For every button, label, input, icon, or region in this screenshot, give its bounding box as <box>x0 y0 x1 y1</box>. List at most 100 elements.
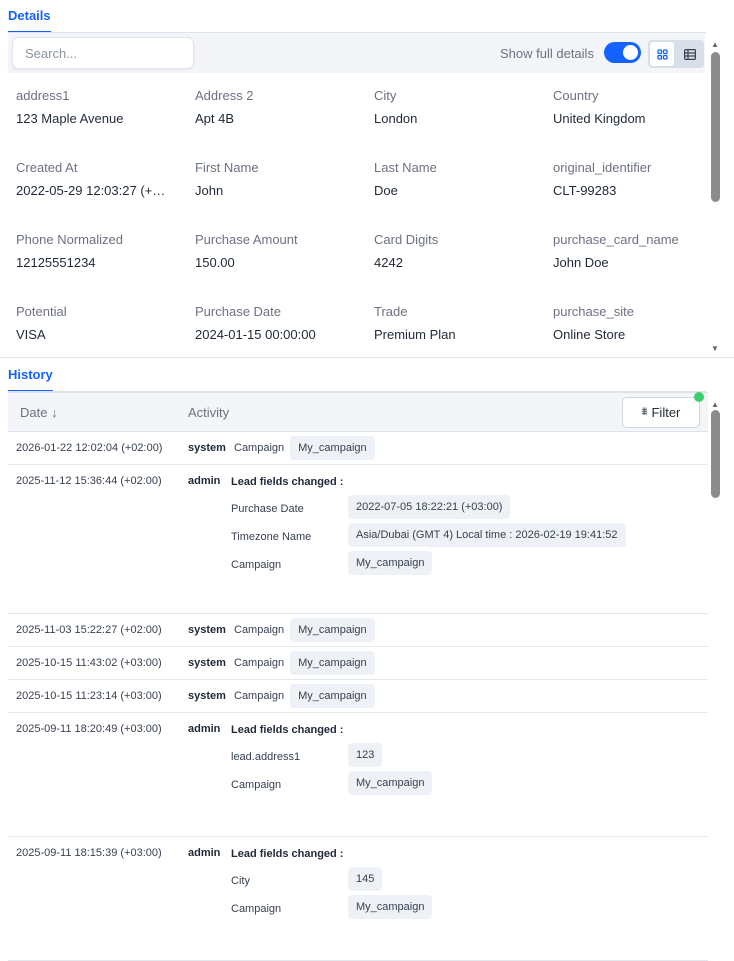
history-row: 2025-10-15 11:23:14 (+03:00) system Campai… <box>8 680 708 713</box>
row-date: 2025-11-03 15:22:27 (+02:00) <box>16 624 162 636</box>
field-label: Last Name <box>374 160 437 175</box>
detail-field: Address 2 Apt 4B <box>195 88 365 126</box>
divider <box>0 357 734 358</box>
tab-history[interactable]: History <box>8 367 53 392</box>
show-full-details-toggle[interactable] <box>604 42 641 63</box>
detail-field: address1 123 Maple Avenue <box>16 88 186 126</box>
field-label: City <box>374 88 397 103</box>
row-date: 2025-10-15 11:23:14 (+03:00) <box>16 690 162 702</box>
field-value: CLT-99283 <box>553 183 617 198</box>
detail-field: Created At 2022-05-29 12:03:27 (+… <box>16 160 186 198</box>
scroll-down-arrow[interactable]: ▼ <box>711 344 719 353</box>
row-date: 2025-09-11 18:15:39 (+03:00) <box>16 847 162 859</box>
activity-label: Campaign <box>234 442 285 454</box>
filter-icon: ⩩ <box>641 406 648 418</box>
date-column-header[interactable]: Date ↓ <box>20 405 58 420</box>
field-label: Potential <box>16 304 67 319</box>
history-header: Date ↓ Activity ⩩ Filter <box>8 392 708 432</box>
field-label: original_identifier <box>553 160 652 175</box>
row-user: admin <box>188 475 221 487</box>
activity-value: My_campaign <box>290 684 375 708</box>
row-user: system <box>188 657 226 669</box>
change-title: Lead fields changed : <box>231 724 344 736</box>
history-row: 2025-11-12 15:36:44 (+02:00) admin Lead fi… <box>8 465 708 614</box>
row-date: 2025-09-11 18:20:49 (+03:00) <box>16 723 162 735</box>
row-user: system <box>188 624 226 636</box>
show-full-details-label: Show full details <box>500 46 594 61</box>
detail-field: Potential VISA <box>16 304 186 342</box>
tab-details[interactable]: Details <box>8 8 51 33</box>
filter-active-indicator <box>694 392 704 402</box>
field-label: Trade <box>374 304 408 319</box>
detail-field: Last Name Doe <box>374 160 544 198</box>
detail-field: original_identifier CLT-99283 <box>553 160 723 198</box>
row-date: 2025-11-12 15:36:44 (+02:00) <box>16 475 162 487</box>
detail-field: First Name John <box>195 160 365 198</box>
field-value: 4242 <box>374 255 403 270</box>
row-user: system <box>188 690 226 702</box>
search-input[interactable]: Search... <box>12 37 194 69</box>
field-label: First Name <box>195 160 259 175</box>
changed-field-label: Campaign <box>231 559 282 571</box>
changed-field-value: 2022-07-05 18:22:21 (+03:00) <box>348 495 511 519</box>
table-view-icon[interactable] <box>678 42 702 66</box>
detail-field: Phone Normalized 12125551234 <box>16 232 186 270</box>
activity-value: My_campaign <box>290 618 375 642</box>
changed-field-value: My_campaign <box>348 551 433 575</box>
field-label: purchase_card_name <box>553 232 679 247</box>
field-value: 2024-01-15 00:00:00 <box>195 327 316 342</box>
detail-field: Trade Premium Plan <box>374 304 544 342</box>
row-user: admin <box>188 847 221 859</box>
change-title: Lead fields changed : <box>231 476 344 488</box>
detail-field: Purchase Amount 150.00 <box>195 232 365 270</box>
field-label: Card Digits <box>374 232 439 247</box>
detail-field: Card Digits 4242 <box>374 232 544 270</box>
history-row: 2026-01-22 12:02:04 (+02:00) system Campai… <box>8 432 708 465</box>
row-user: admin <box>188 723 221 735</box>
field-label: Country <box>553 88 599 103</box>
activity-label: Campaign <box>234 690 285 702</box>
scroll-up-arrow[interactable]: ▲ <box>711 40 719 49</box>
detail-field: purchase_card_name John Doe <box>553 232 723 270</box>
row-date: 2025-10-15 11:43:02 (+03:00) <box>16 657 162 669</box>
detail-field: City London <box>374 88 544 126</box>
details-toolbar: Search... Show full details <box>8 33 705 73</box>
field-label: Purchase Date <box>195 304 281 319</box>
field-value: 2022-05-29 12:03:27 (+… <box>16 183 166 198</box>
field-value: John Doe <box>553 255 609 270</box>
change-title: Lead fields changed : <box>231 848 344 860</box>
changed-field-value: Asia/Dubai (GMT 4) Local time : 2026-02-… <box>348 523 626 547</box>
scroll-up-arrow[interactable]: ▲ <box>711 400 719 409</box>
grid-view-icon[interactable] <box>650 42 674 66</box>
view-switcher <box>648 40 704 68</box>
history-scrollbar[interactable] <box>711 410 720 498</box>
activity-column-header: Activity <box>188 405 230 420</box>
changed-field-value: 123 <box>348 743 383 767</box>
field-value: 150.00 <box>195 255 235 270</box>
field-value: 123 Maple Avenue <box>16 111 124 126</box>
filter-button[interactable]: ⩩ Filter <box>622 397 700 428</box>
field-label: purchase_site <box>553 304 634 319</box>
detail-field: Purchase Date 2024-01-15 00:00:00 <box>195 304 365 342</box>
row-date: 2026-01-22 12:02:04 (+02:00) <box>16 442 163 454</box>
activity-value: My_campaign <box>290 436 375 460</box>
field-value: 12125551234 <box>16 255 96 270</box>
changed-field-value: My_campaign <box>348 771 433 795</box>
history-row: 2025-10-15 11:43:02 (+03:00) system Campai… <box>8 647 708 680</box>
field-label: Purchase Amount <box>195 232 298 247</box>
field-value: Premium Plan <box>374 327 456 342</box>
changed-field-label: City <box>231 875 250 887</box>
activity-value: My_campaign <box>290 651 375 675</box>
changed-field-label: lead.address1 <box>231 751 301 763</box>
activity-label: Campaign <box>234 624 285 636</box>
history-row: 2025-11-03 15:22:27 (+02:00) system Campai… <box>8 614 708 647</box>
changed-field-label: Purchase Date <box>231 503 304 515</box>
field-label: address1 <box>16 88 70 103</box>
changed-field-label: Campaign <box>231 779 282 791</box>
history-row: 2025-09-11 18:15:39 (+03:00) admin Lead fi… <box>8 837 708 961</box>
activity-label: Campaign <box>234 657 285 669</box>
field-value: John <box>195 183 224 198</box>
field-value: VISA <box>16 327 46 342</box>
row-user: system <box>188 442 226 454</box>
detail-field: Country United Kingdom <box>553 88 723 126</box>
